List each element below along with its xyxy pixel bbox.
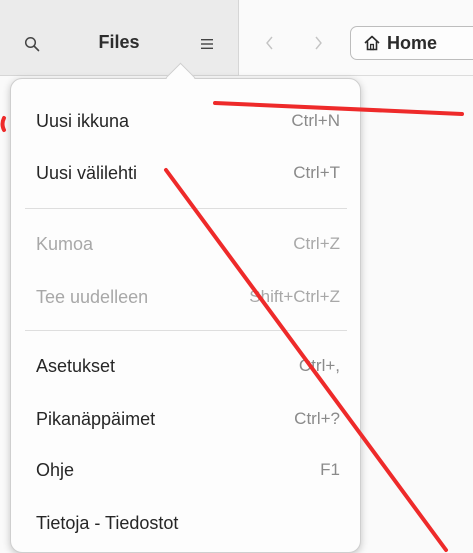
menu-item-label: Uusi välilehti [36, 162, 138, 183]
menu-item-keyboard-shortcuts[interactable]: Pikanäppäimet Ctrl+? [11, 395, 360, 443]
menu-item-shortcut: Shift+Ctrl+Z [249, 287, 340, 306]
menu-item-label: Asetukset [36, 355, 116, 376]
menu-item-label: Ohje [36, 459, 75, 480]
menu-item-shortcut: Ctrl+N [291, 111, 340, 130]
back-glyph [266, 36, 273, 50]
home-icon [364, 35, 380, 51]
menu-item-redo[interactable]: Tee uudelleen Shift+Ctrl+Z [11, 273, 360, 321]
app-title: Files [98, 32, 140, 52]
path-home-label: Home [387, 32, 438, 53]
menu-item-shortcut: Ctrl+T [293, 163, 340, 182]
menu-item-shortcut: Ctrl+Z [293, 234, 340, 253]
forward-glyph [315, 36, 322, 50]
menu-item-new-tab[interactable]: Uusi välilehti Ctrl+T [11, 149, 360, 197]
menu-item-label: Pikanäppäimet [36, 408, 156, 429]
menu-item-label: Uusi ikkuna [36, 110, 130, 131]
path-home-button[interactable]: Home [350, 26, 473, 60]
annotation-stroke-left-mark [0, 116, 6, 132]
menu-separator [25, 208, 347, 209]
menu-item-shortcut: Ctrl+? [294, 409, 340, 428]
menu-item-label: Tee uudelleen [36, 286, 149, 307]
menu-item-undo[interactable]: Kumoa Ctrl+Z [11, 220, 360, 268]
menu-item-label: Tietoja - Tiedostot [36, 512, 179, 533]
sidebar-header: Files [0, 0, 239, 76]
hamburger-glyph [201, 39, 213, 49]
menu-separator [25, 330, 347, 331]
menu-item-shortcut: F1 [320, 460, 340, 479]
chevron-left-icon[interactable] [257, 29, 283, 57]
menu-item-new-window[interactable]: Uusi ikkuna Ctrl+N [11, 97, 360, 145]
menu-item-shortcut: Ctrl+, [298, 356, 340, 375]
menu-item-preferences[interactable]: Asetukset Ctrl+, [11, 342, 360, 390]
menu-item-label: Kumoa [36, 233, 94, 254]
menu-item-help[interactable]: Ohje F1 [11, 446, 360, 494]
main-menu-popover: Uusi ikkuna Ctrl+N Uusi välilehti Ctrl+T… [10, 78, 361, 553]
chevron-right-icon[interactable] [305, 29, 331, 57]
search-icon[interactable] [18, 30, 46, 58]
menu-item-about[interactable]: Tietoja - Tiedostot [11, 499, 360, 547]
hamburger-menu-icon[interactable] [193, 30, 221, 58]
search-glyph [24, 36, 40, 52]
